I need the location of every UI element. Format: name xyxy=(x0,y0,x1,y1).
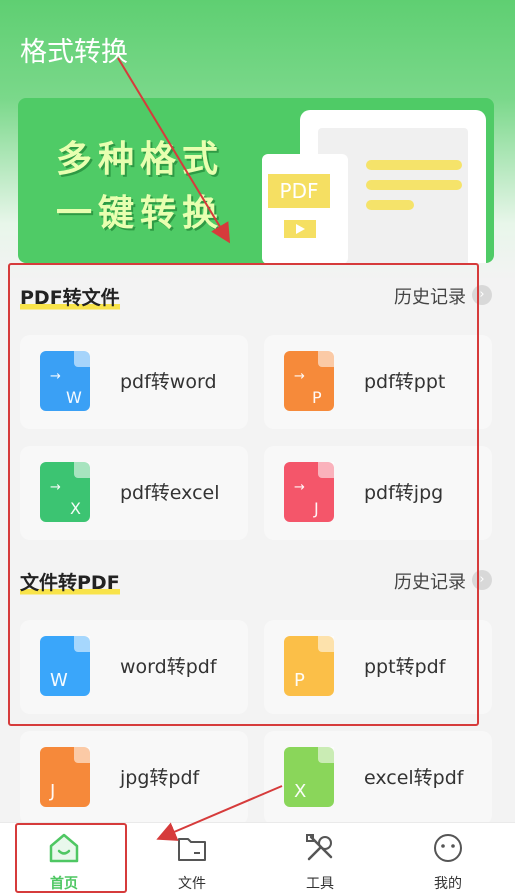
icon-glyph: J xyxy=(50,781,56,802)
page-title: 格式转换 xyxy=(20,37,128,68)
banner-headline-1: 多种格式 xyxy=(56,139,225,180)
annotation-highlight-box xyxy=(8,263,479,726)
tab-profile[interactable]: 我的 xyxy=(384,823,512,895)
annotation-home-box xyxy=(15,823,127,893)
profile-icon xyxy=(431,831,465,869)
promo-banner[interactable]: 多种格式 一键转换 PDF xyxy=(18,98,494,263)
banner-text-line xyxy=(366,160,462,170)
jpg-file-icon: J xyxy=(40,747,90,807)
convert-card-excel-to-pdf[interactable]: X excel转pdf xyxy=(264,731,492,825)
tab-files[interactable]: 文件 xyxy=(128,823,256,895)
tab-label: 工具 xyxy=(306,876,334,892)
banner-pdf-label: PDF xyxy=(268,174,330,208)
play-icon xyxy=(284,220,316,238)
icon-glyph: X xyxy=(294,781,307,802)
folder-icon xyxy=(175,831,209,869)
card-label: jpg转pdf xyxy=(120,767,200,789)
banner-text-line xyxy=(366,200,414,210)
tools-icon xyxy=(303,831,337,869)
banner-text-line xyxy=(366,180,462,190)
banner-headline-2: 一键转换 xyxy=(56,193,225,234)
tab-label: 我的 xyxy=(434,876,462,892)
tab-label: 文件 xyxy=(178,876,206,892)
tab-tools[interactable]: 工具 xyxy=(256,823,384,895)
excel-file-icon: X xyxy=(284,747,334,807)
convert-card-jpg-to-pdf[interactable]: J jpg转pdf xyxy=(20,731,248,825)
card-label: excel转pdf xyxy=(364,767,464,789)
banner-pdf-card xyxy=(262,154,348,263)
